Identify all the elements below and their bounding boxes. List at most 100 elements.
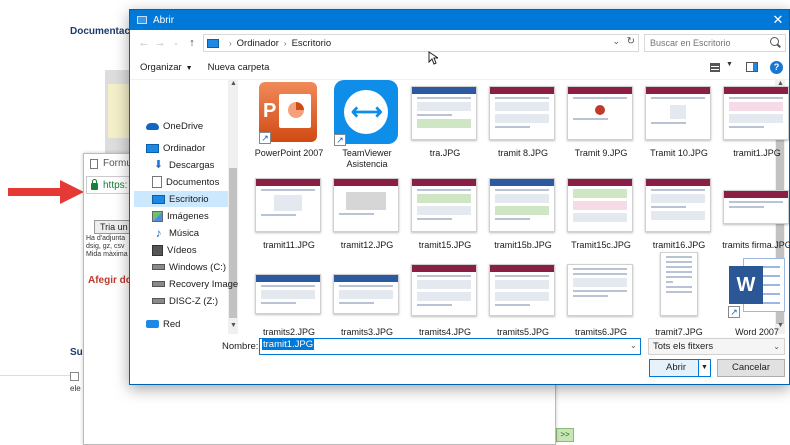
file-item[interactable]: tramits4.JPG: [406, 264, 484, 337]
file-name: tramit11.JPG: [263, 240, 315, 250]
sidebar-item-label: Vídeos: [167, 244, 197, 256]
shortcut-arrow-icon: ↗: [334, 134, 346, 146]
chevron-down-icon[interactable]: ⌄: [612, 36, 620, 47]
file-item[interactable]: tramits2.JPG: [250, 264, 328, 337]
help-icon[interactable]: ?: [770, 61, 783, 74]
computer-icon: [146, 143, 159, 153]
sidebar-item-onedrive[interactable]: OneDrive: [146, 118, 203, 134]
file-item[interactable]: tramits5.JPG: [484, 264, 562, 337]
computer-icon: [207, 38, 219, 48]
file-item[interactable]: tramit15b.JPG: [484, 172, 562, 262]
search-input[interactable]: [644, 34, 786, 52]
image-thumbnail: [411, 86, 477, 140]
open-button[interactable]: Abrir ▼: [649, 359, 711, 377]
sidebar-item-label: Ordinador: [163, 142, 206, 154]
popup-tab[interactable]: Formu: [90, 158, 132, 169]
scroll-down-icon[interactable]: ▼: [230, 322, 237, 329]
back-arrow-icon[interactable]: ←: [136, 37, 152, 49]
image-thumbnail: [411, 178, 477, 232]
file-name-input[interactable]: tramit1.JPG: [259, 338, 641, 355]
file-item[interactable]: Tramit 9.JPG: [562, 80, 640, 170]
sidebar-item-documentos[interactable]: Documentos: [152, 174, 219, 190]
sidebar-item-descargas[interactable]: ⬇ Descargas: [152, 157, 215, 173]
file-item[interactable]: ⟷ ↗ TeamViewer Asistencia: [328, 80, 406, 170]
image-thumbnail: [411, 264, 477, 316]
page-heading: Documentaci: [70, 26, 133, 37]
file-item[interactable]: Tramit15c.JPG: [562, 172, 640, 262]
image-thumbnail: [567, 178, 633, 232]
file-name: tramit15b.JPG: [494, 240, 552, 250]
scroll-up-icon[interactable]: ▲: [230, 80, 237, 87]
file-name: tramit15.JPG: [418, 240, 472, 250]
file-item[interactable]: tramit16.JPG: [640, 172, 718, 262]
sidebar-scrollbar[interactable]: [228, 80, 238, 334]
file-item[interactable]: tramit15.JPG: [406, 172, 484, 262]
file-item[interactable]: W ↗ Word 2007: [718, 258, 790, 337]
up-arrow-icon[interactable]: ↑: [184, 37, 200, 49]
address-bar[interactable]: › Ordinador › Escritorio ⌄ ↻: [203, 34, 639, 52]
shortcut-arrow-icon: ↗: [259, 132, 271, 144]
breadcrumb-escritorio[interactable]: Escritorio: [292, 38, 332, 49]
image-thumbnail: [255, 178, 321, 232]
documents-icon: [152, 176, 162, 188]
caret-down-icon[interactable]: ▼: [698, 360, 710, 376]
red-arrow-annotation: [8, 180, 84, 204]
file-item[interactable]: tramits3.JPG: [328, 264, 406, 337]
sidebar-item-videos[interactable]: Vídeos: [152, 242, 197, 258]
file-item[interactable]: Tramit 10.JPG: [640, 80, 718, 170]
file-name: Tramit 9.JPG: [574, 148, 628, 158]
cloud-icon: [146, 122, 159, 130]
file-item[interactable]: tra.JPG: [406, 80, 484, 170]
image-thumbnail: [489, 264, 555, 316]
file-item[interactable]: P ↗ PowerPoint 2007: [250, 80, 328, 170]
recent-locations-icon[interactable]: ⌄: [168, 39, 184, 47]
file-item[interactable]: tramit12.JPG: [328, 172, 406, 262]
refresh-icon[interactable]: ↻: [627, 36, 635, 47]
sidebar-item-escritorio[interactable]: Escritorio: [134, 191, 228, 207]
sidebar-item-musica[interactable]: ♪ Música: [152, 225, 200, 241]
image-thumbnail: [333, 178, 399, 232]
image-thumbnail: [645, 178, 711, 232]
sidebar-item-label: Windows (C:): [169, 261, 227, 273]
view-options-icon[interactable]: [710, 63, 720, 72]
download-icon: ⬇: [153, 158, 164, 171]
forward-arrow-icon[interactable]: →: [152, 37, 168, 49]
file-name: tramit12.JPG: [340, 240, 394, 250]
breadcrumb-ordinador[interactable]: Ordinador: [237, 38, 279, 49]
file-name: Word 2007: [735, 327, 779, 337]
file-item[interactable]: tramit1.JPG: [718, 80, 790, 170]
sidebar-item-imagenes[interactable]: Imágenes: [152, 208, 209, 224]
file-item[interactable]: tramits6.JPG: [562, 264, 640, 337]
image-thumbnail: [567, 86, 633, 140]
sidebar-item-recovery-image[interactable]: Recovery Image: [152, 276, 238, 292]
sidebar-item-windows-c[interactable]: Windows (C:): [152, 259, 226, 275]
next-button[interactable]: >>: [556, 428, 574, 442]
sidebar-item-disc-z[interactable]: DISC-Z (Z:): [152, 293, 218, 309]
drive-icon: [152, 281, 165, 287]
caret-down-icon[interactable]: ▼: [726, 61, 733, 68]
chevron-down-icon[interactable]: ⌄: [630, 341, 637, 350]
preview-pane-icon[interactable]: [746, 62, 758, 72]
choose-file-button[interactable]: Tria un: [94, 220, 134, 234]
sidebar-item-ordinador[interactable]: Ordinador: [146, 140, 205, 156]
file-item[interactable]: tramit11.JPG: [250, 172, 328, 262]
file-item[interactable]: tramits firma.JPG: [718, 172, 790, 262]
file-type-select[interactable]: Tots els fitxers ⌄: [648, 338, 785, 355]
organize-button[interactable]: Organizar ▼: [140, 62, 193, 73]
file-item[interactable]: tramit7.JPG: [640, 252, 718, 337]
cancel-button[interactable]: Cancelar: [717, 359, 785, 377]
sidebar-item-red[interactable]: Red: [146, 316, 180, 332]
file-name: PowerPoint 2007: [254, 148, 324, 158]
sidebar-item-label: Música: [169, 227, 200, 239]
file-item[interactable]: tramit 8.JPG: [484, 80, 562, 170]
close-button[interactable]: ✕: [767, 10, 789, 30]
dialog-titlebar[interactable]: Abrir ✕: [130, 10, 789, 30]
sidebar-item-label: OneDrive: [163, 120, 204, 132]
lock-icon: [91, 178, 98, 190]
image-thumbnail: [660, 252, 698, 316]
new-folder-button[interactable]: Nueva carpeta: [208, 62, 270, 73]
sidebar-item-label: Descargas: [169, 159, 215, 171]
drive-icon: [152, 298, 165, 304]
page-checkbox[interactable]: [70, 372, 79, 381]
search-icon[interactable]: [770, 37, 779, 46]
